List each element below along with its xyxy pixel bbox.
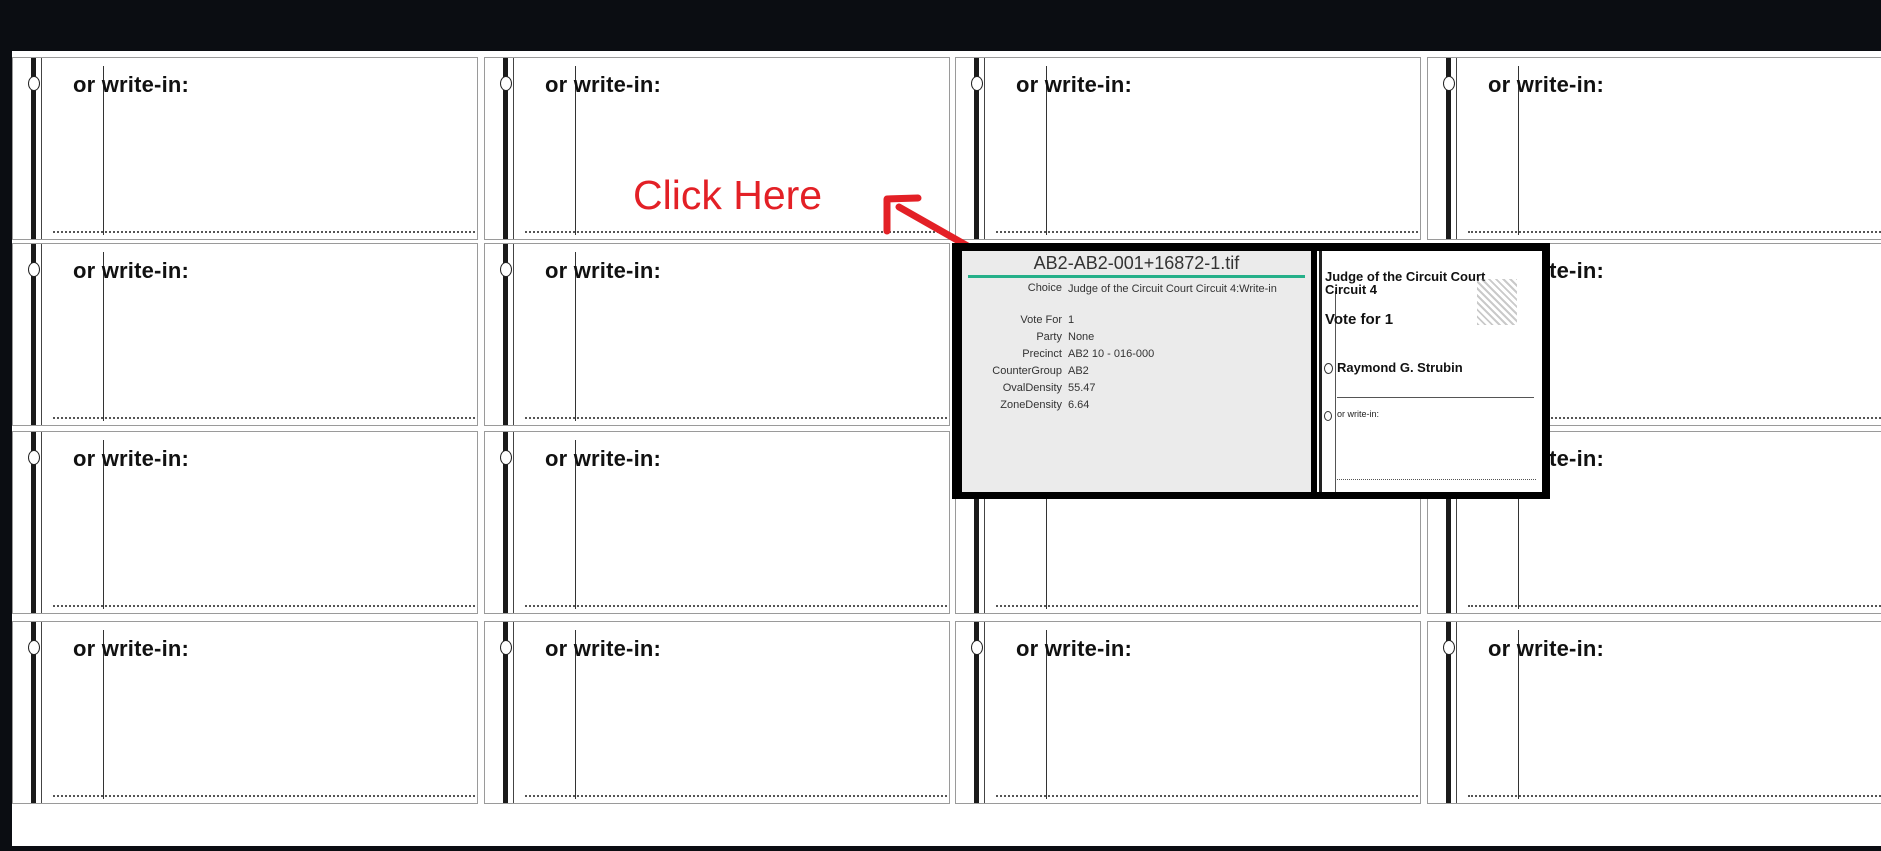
ballot-write-in-tile[interactable]: or write-in: [484,243,950,426]
ballot-preview-border [1319,251,1322,492]
popup-field-value: AB2 10 - 016-000 [1068,348,1155,360]
ballot-write-in-tile[interactable]: or write-in: [484,621,950,804]
popup-field-key: OvalDensity [1002,382,1062,394]
tile-signature-line [53,605,475,607]
popup-ballot-preview: Judge of the Circuit Court Circuit 4 Vot… [1317,251,1542,492]
tile-left-rule [41,58,42,239]
write-in-label: or write-in: [545,446,662,471]
popup-field-value: 55.47 [1068,382,1096,394]
tile-signature-line [53,417,475,419]
tile-left-rule [513,244,514,425]
ballot-write-in-oval-icon [1324,411,1332,421]
write-in-label: or write-in: [1488,72,1605,97]
tile-left-rule [1456,58,1457,239]
popup-field-key: Precinct [1022,348,1062,360]
ballot-oval-icon [28,640,40,655]
ballot-oval-icon [1443,76,1455,91]
popup-title-rule [968,275,1305,278]
tile-signature-line [1468,231,1881,233]
ballot-candidate-name: Raymond G. Strubin [1337,360,1463,375]
ballot-write-in-tile[interactable]: or write-in: [12,431,478,614]
tile-signature-line [1468,605,1881,607]
write-in-label: or write-in: [545,72,662,97]
tile-left-rule [984,58,985,239]
ballot-separator [1337,397,1534,398]
write-in-label: or write-in: [545,258,662,283]
ballot-write-in-tile[interactable]: or write-in: [1427,621,1881,804]
ballot-write-in-line [1337,479,1536,480]
popup-field-key: Vote For [1020,314,1062,326]
popup-field-value: Judge of the Circuit Court Circuit 4:Wri… [1068,283,1277,295]
click-here-annotation: Click Here [633,172,823,218]
ballot-oval-icon [28,262,40,277]
ballot-write-in-tile[interactable]: or write-in: [484,431,950,614]
write-in-label: or write-in: [73,636,190,661]
ballot-stamp-mark [1477,279,1517,325]
ballot-write-in-label: or write-in: [1337,409,1380,419]
ballot-candidate-oval-icon [1324,363,1333,374]
popup-field-key: CounterGroup [992,365,1062,377]
tile-left-rule [984,622,985,803]
ballot-oval-icon [500,640,512,655]
tile-signature-line [525,605,947,607]
popup-field-key: Party [1036,331,1062,343]
popup-field-key: ZoneDensity [1000,399,1062,411]
tile-signature-line [53,231,475,233]
write-in-label: or write-in: [545,636,662,661]
tile-signature-line [525,417,947,419]
popup-field-key: Choice [1027,282,1062,294]
tile-signature-line [525,795,947,797]
ballot-oval-icon [500,262,512,277]
tile-signature-line [996,231,1418,233]
write-in-label: or write-in: [73,72,190,97]
popup-field-value: AB2 [1068,365,1089,377]
ballot-write-in-tile[interactable]: or write-in: [12,57,478,240]
ballot-vote-for: Vote for 1 [1325,311,1394,328]
popup-filename: AB2-AB2-001+16872-1.tif [1033,253,1240,273]
popup-info-panel: AB2-AB2-001+16872-1.tif Choice Judge of t… [962,251,1311,492]
ballot-detail-popup[interactable]: AB2-AB2-001+16872-1.tif Choice Judge of t… [952,243,1550,499]
ballot-image-grid: or write-in: or write-in: or write-in: or w… [12,51,1881,846]
tile-signature-line [996,605,1418,607]
ballot-write-in-tile[interactable]: or write-in: [1427,57,1881,240]
ballot-oval-icon [500,76,512,91]
popup-field-value: 1 [1068,314,1075,326]
ballot-write-in-tile[interactable]: or write-in: [955,57,1421,240]
write-in-label: or write-in: [1016,72,1133,97]
tile-signature-line [1468,795,1881,797]
write-in-label: or write-in: [73,446,190,471]
write-in-label: or write-in: [73,258,190,283]
tile-left-rule [513,432,514,613]
tile-left-rule [1456,622,1457,803]
popup-field-value: None [1068,331,1095,343]
ballot-oval-icon [971,640,983,655]
ballot-oval-icon [500,450,512,465]
write-in-label: or write-in: [1016,636,1133,661]
ballot-write-in-tile[interactable]: or write-in: [12,621,478,804]
ballot-write-in-tile[interactable]: or write-in: [12,243,478,426]
tile-signature-line [996,795,1418,797]
write-in-label: or write-in: [1488,636,1605,661]
tile-left-rule [41,622,42,803]
tile-left-rule [41,432,42,613]
ballot-oval-icon [28,76,40,91]
ballot-write-in-tile[interactable]: or write-in: [955,621,1421,804]
tile-left-rule [513,622,514,803]
ballot-oval-icon [28,450,40,465]
popup-field-value: 6.64 [1068,399,1090,411]
tile-left-rule [513,58,514,239]
tile-signature-line [53,795,475,797]
tile-left-rule [41,244,42,425]
ballot-oval-icon [971,76,983,91]
ballot-oval-icon [1443,640,1455,655]
tile-signature-line [525,231,947,233]
